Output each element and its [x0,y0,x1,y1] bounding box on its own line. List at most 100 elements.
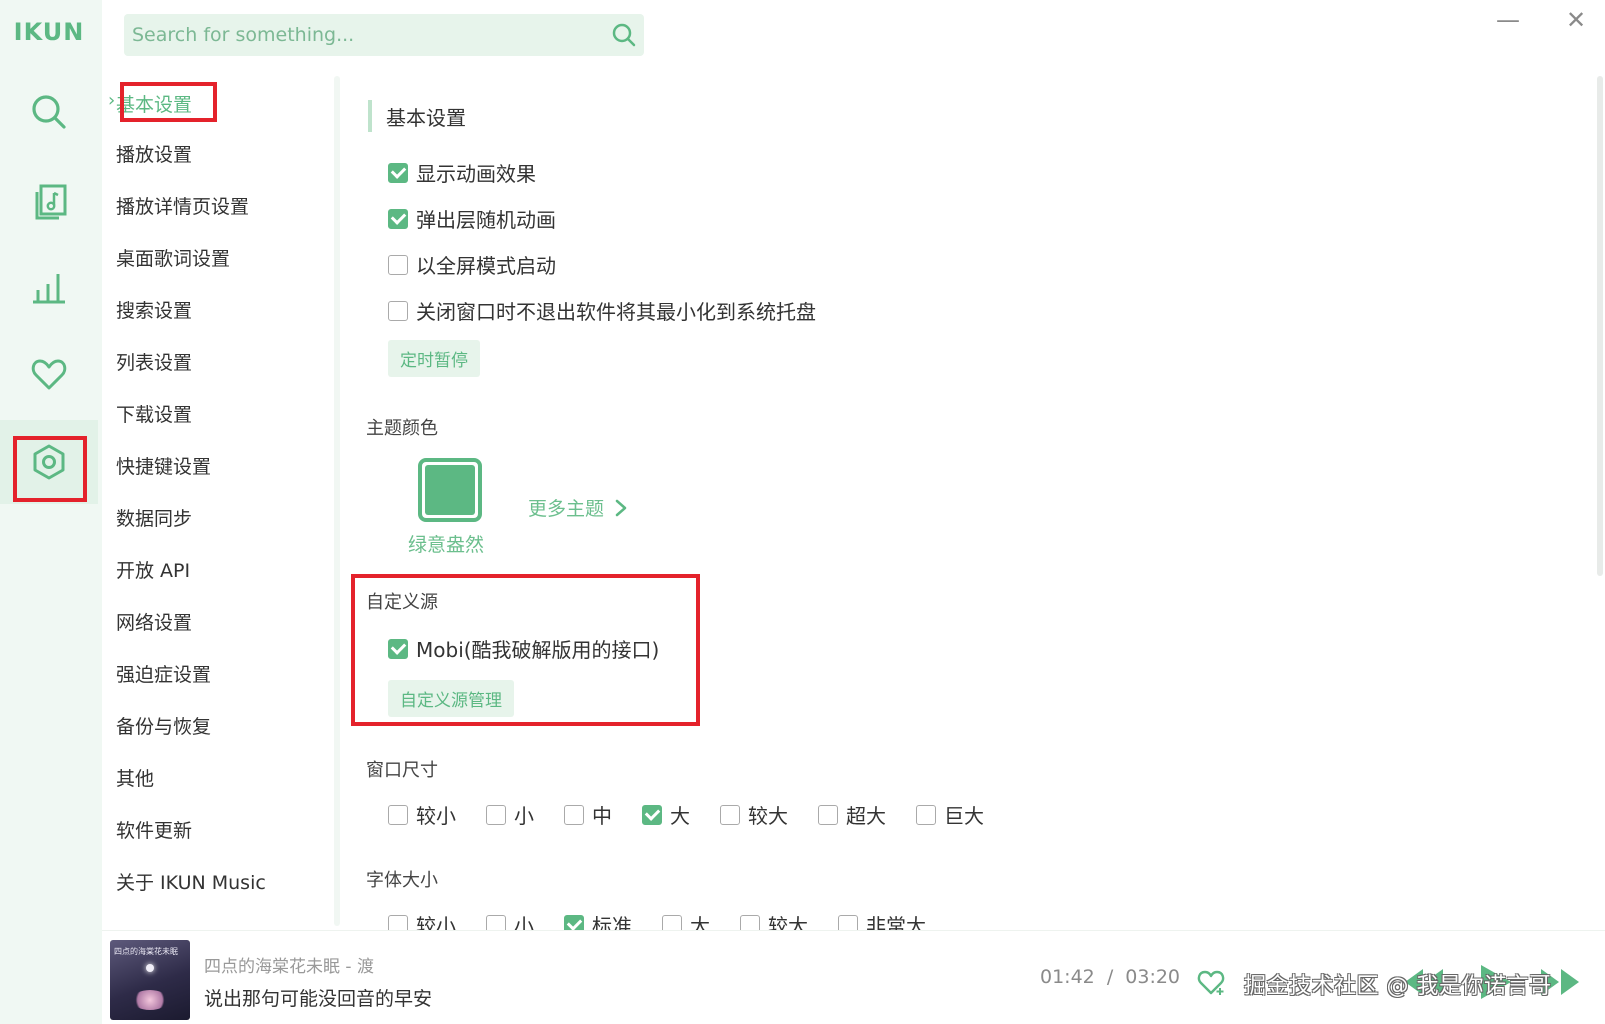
checkbox-label: 以全屏模式启动 [416,254,556,278]
nav-item-basic[interactable]: 基本设置 [116,90,192,117]
checkbox-label: 显示动画效果 [416,162,536,186]
close-button[interactable]: ✕ [1556,4,1596,36]
app-logo: IKUN [13,18,85,46]
album-cover[interactable]: 四点的海棠花未眠 [110,940,190,1020]
option-label: 巨大 [944,804,984,828]
checkbox-box[interactable] [388,208,408,229]
cover-flower [132,990,168,1010]
radio-window-extra-large[interactable]: 超大 [818,800,886,829]
nav-item-play-detail[interactable]: 播放详情页设置 [116,192,249,219]
radio-font-very-large[interactable]: 非常大 [838,910,926,930]
radio-window-large[interactable]: 大 [642,800,690,829]
search-bar [124,14,644,56]
nav-item-ocd[interactable]: 强迫症设置 [116,660,211,687]
nav-item-play[interactable]: 播放设置 [116,140,192,167]
checkbox-box[interactable] [388,804,408,825]
rail-search[interactable] [0,70,98,154]
section-title-theme: 主题颜色 [366,418,438,439]
radio-window-huge[interactable]: 巨大 [916,800,984,829]
nav-item-hotkey[interactable]: 快捷键设置 [116,452,211,479]
theme-swatch-fill [425,465,475,515]
radio-font-smaller[interactable]: 较小 [388,910,456,930]
search-icon [612,23,636,47]
checkbox-box[interactable] [818,804,838,825]
checkbox-box[interactable] [720,804,740,825]
option-label: 较小 [416,804,456,828]
checkbox-box[interactable] [388,914,408,930]
more-themes-label: 更多主题 [528,498,605,520]
option-label: 小 [514,914,534,930]
nav-item-sync[interactable]: 数据同步 [116,504,192,531]
rail-chart[interactable] [0,246,98,330]
checkbox-box[interactable] [564,914,584,930]
radio-window-larger[interactable]: 较大 [720,800,788,829]
nav-item-update[interactable]: 软件更新 [116,816,192,843]
checkbox-box[interactable] [642,804,662,825]
nav-item-desktop-lyric[interactable]: 桌面歌词设置 [116,244,230,271]
nav-item-download[interactable]: 下载设置 [116,400,192,427]
nav-item-open-api[interactable]: 开放 API [116,556,190,583]
minimize-button[interactable]: — [1488,4,1528,36]
checkbox-box[interactable] [564,804,584,825]
nav-item-list[interactable]: 列表设置 [116,348,192,375]
content-scrollbar[interactable] [1597,76,1603,576]
checkbox-box[interactable] [486,914,506,930]
checkbox-box[interactable] [388,162,408,183]
checkbox-box[interactable] [916,804,936,825]
radio-font-larger[interactable]: 较大 [740,910,808,930]
rail-favorites[interactable] [0,332,98,416]
checkbox-minimize-to-tray[interactable]: 关闭窗口时不退出软件将其最小化到系统托盘 [388,296,816,325]
option-label: 中 [592,804,612,828]
search-input[interactable] [124,14,604,56]
nav-item-other[interactable]: 其他 [116,764,154,791]
option-label: 大 [690,914,710,930]
checkbox-box[interactable] [388,254,408,275]
checkbox-fullscreen-start[interactable]: 以全屏模式启动 [388,250,556,279]
checkbox-label: Mobi(酷我破解版用的接口) [416,638,660,662]
nav-item-backup[interactable]: 备份与恢复 [116,712,211,739]
checkbox-box[interactable] [662,914,682,930]
checkbox-popup-random-animation[interactable]: 弹出层随机动画 [388,204,556,233]
more-themes-link[interactable]: 更多主题 [528,494,628,521]
heart-add-icon [1197,970,1225,995]
section-title-basic: 基本设置 [368,100,466,132]
chart-icon [33,274,65,304]
playback-time: 01:42 / 03:20 [1040,966,1180,988]
rail-music-library[interactable] [0,160,98,244]
radio-font-large[interactable]: 大 [662,910,710,930]
rail-settings[interactable] [0,420,98,504]
radio-font-small[interactable]: 小 [486,910,534,930]
nav-item-search[interactable]: 搜索设置 [116,296,192,323]
section-title-font-size: 字体大小 [366,870,438,891]
search-button[interactable] [604,14,644,56]
cover-title-text: 四点的海棠花未眠 [114,947,178,956]
like-button[interactable] [1186,960,1236,1004]
checkbox-box[interactable] [388,638,408,659]
watermark-text: 掘金技术社区 @ 我是你诺言哥 [1244,974,1552,999]
nav-item-about[interactable]: 关于 IKUN Music [116,868,266,895]
minimize-icon: — [1496,6,1520,34]
option-label: 标准 [592,914,632,930]
checkbox-custom-source-mobi[interactable]: Mobi(酷我破解版用的接口) [388,634,659,663]
heart-icon [31,359,67,390]
checkbox-box[interactable] [388,300,408,321]
cover-moon [146,964,154,972]
radio-window-medium[interactable]: 中 [564,800,612,829]
font-size-options-clip: 较小 小 标准 大 较大 非常大 [340,900,1595,930]
checkbox-box[interactable] [740,914,760,930]
section-title-window-size: 窗口尺寸 [366,760,438,781]
option-label: 超大 [846,804,886,828]
radio-window-smaller[interactable]: 较小 [388,800,456,829]
timer-pause-button[interactable]: 定时暂停 [388,340,480,377]
song-title[interactable]: 四点的海棠花未眠 - 渡 [204,952,374,977]
radio-window-small[interactable]: 小 [486,800,534,829]
close-icon: ✕ [1565,6,1587,34]
checkbox-box[interactable] [838,914,858,930]
theme-swatch-green[interactable] [418,458,482,522]
option-label: 非常大 [866,914,926,930]
radio-font-standard[interactable]: 标准 [564,910,632,930]
custom-source-manage-button[interactable]: 自定义源管理 [388,680,514,717]
nav-item-network[interactable]: 网络设置 [116,608,192,635]
checkbox-show-animation[interactable]: 显示动画效果 [388,158,536,187]
checkbox-box[interactable] [486,804,506,825]
